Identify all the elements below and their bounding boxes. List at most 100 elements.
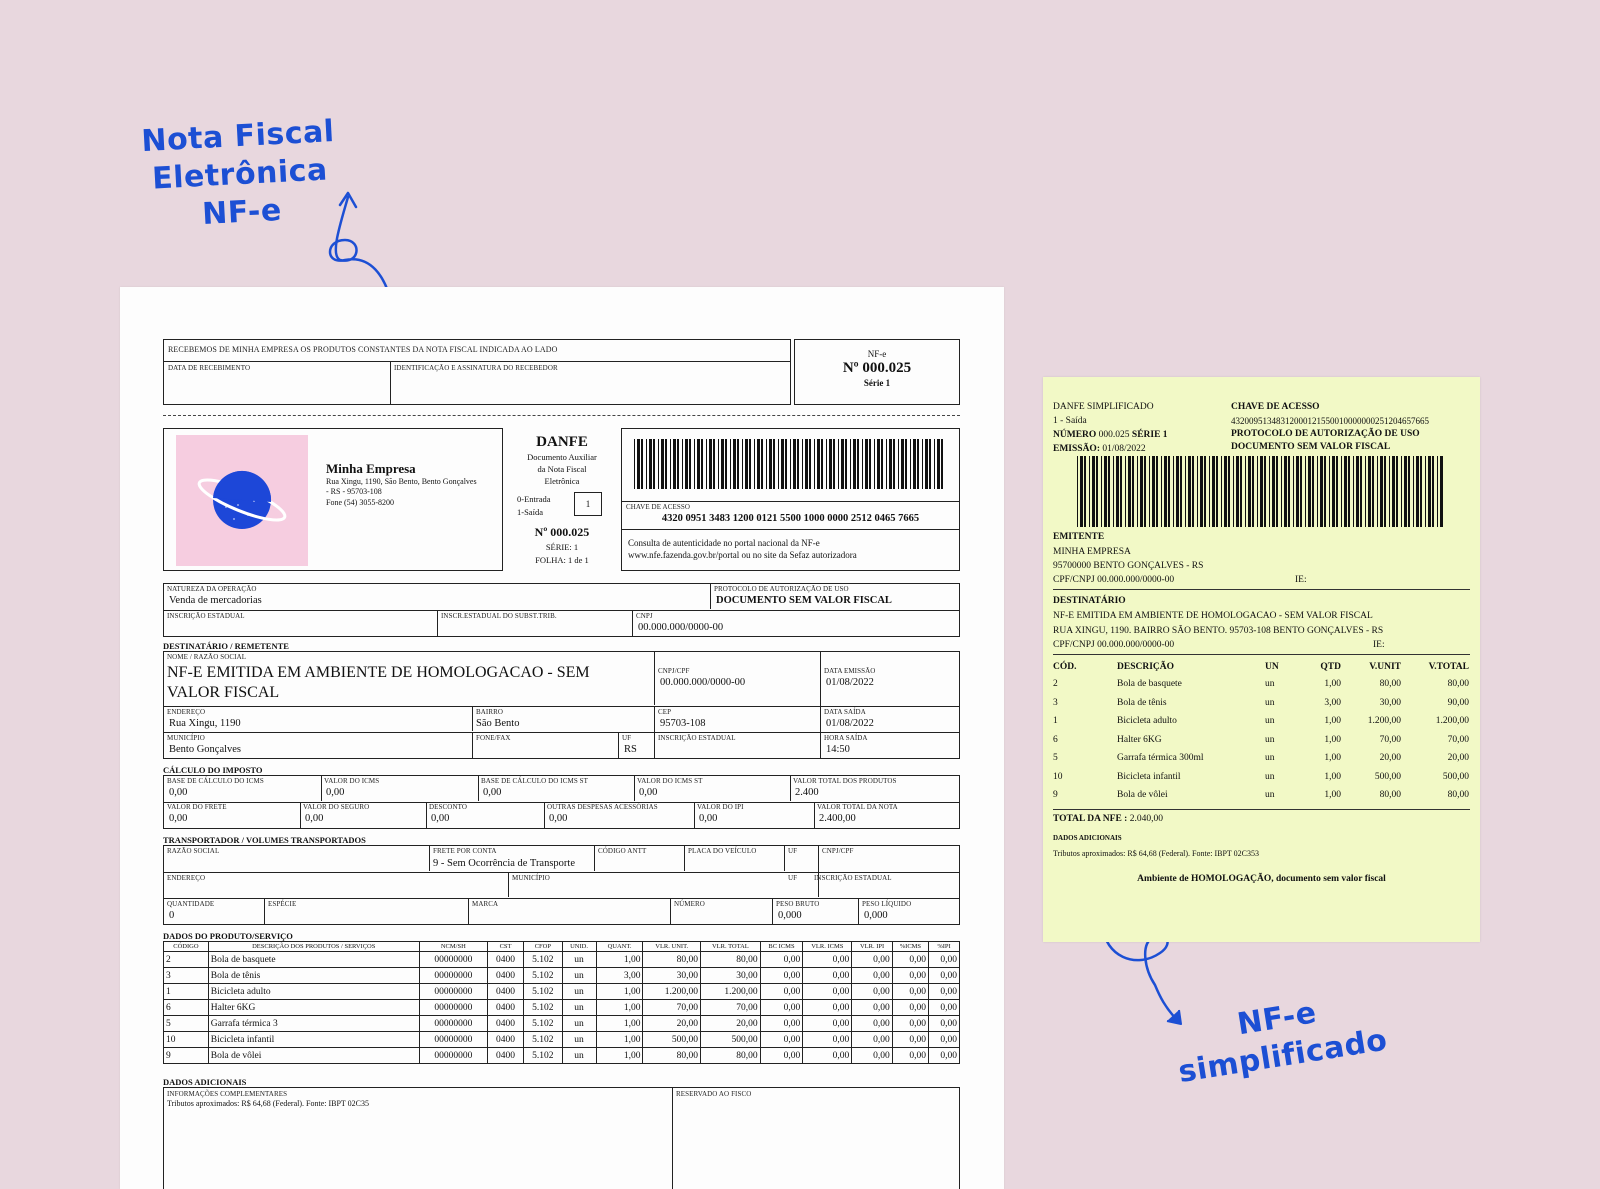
simp-total-valor: 2.040,00: [1129, 814, 1163, 824]
table-cell: 0400: [486, 1015, 525, 1032]
table-cell: 0,00: [851, 1031, 893, 1048]
simp-cell: un: [1265, 716, 1275, 727]
table-cell: 0,00: [759, 1047, 804, 1064]
divider: [1053, 589, 1470, 590]
table-cell: 00000000: [418, 1015, 488, 1032]
danfe-doc-line: Eletrônica: [544, 476, 580, 486]
table-cell: 1,00: [595, 999, 644, 1016]
table-cell: Bicicleta infantil: [207, 1031, 420, 1048]
frete-valor: 9 - Sem Ocorrência de Transporte: [433, 858, 576, 869]
table-cell: 0,00: [802, 951, 853, 968]
table-cell: 0,00: [891, 1015, 930, 1032]
simp-cell: Bola de basquete: [1117, 679, 1182, 690]
imposto-cell-label: VALOR DO ICMS: [324, 777, 380, 785]
simp-emissao: EMISSÃO: 01/08/2022: [1053, 444, 1146, 454]
cep-label: CEP: [658, 708, 672, 716]
transp-uf2-label: UF: [788, 874, 798, 882]
numero-label: NÚMERO: [674, 900, 705, 908]
list-item: 10 Bicicleta infantil un 1,00 500,00 500,00: [1051, 768, 1471, 787]
produtos-header: VLR. ICMS: [802, 941, 853, 952]
simp-cell: Bicicleta infantil: [1117, 771, 1181, 782]
danfe-doc-line: Documento Auxiliar: [527, 452, 597, 462]
endereco-label: ENDEREÇO: [167, 708, 206, 716]
simp-header: CÓD.: [1053, 662, 1077, 672]
imposto-section: CÁLCULO DO IMPOSTO: [163, 765, 263, 775]
table-cell: 0,00: [759, 1015, 804, 1032]
entrada-label: 0-Entrada: [517, 494, 551, 504]
table-cell: 5.102: [523, 999, 563, 1016]
table-cell: 0,00: [928, 1031, 960, 1048]
simp-cell: 70,00: [1447, 734, 1469, 745]
simp-cell: 30,00: [1379, 697, 1401, 708]
simp-cell: 1,00: [1324, 771, 1341, 782]
municipio-label: MUNICÍPIO: [167, 734, 205, 742]
canhoto-box: RECEBEMOS DE MINHA EMPRESA OS PRODUTOS C…: [163, 339, 791, 405]
table-cell: 1: [163, 983, 209, 1000]
destinatario-nome: NF-E EMITIDA EM AMBIENTE DE HOMOLOGACAO …: [167, 664, 590, 681]
table-cell: 1,00: [595, 1031, 644, 1048]
produtos-table: CÓDIGO DESCRIÇÃO DOS PRODUTOS / SERVIÇOS N…: [163, 941, 960, 1064]
table-row: 3 Bola de tênis 00000000 0400 5.102 un 3,00 30,…: [163, 967, 960, 984]
imposto-cell-label: VALOR DO ICMS ST: [637, 777, 703, 785]
imposto-cell-value: 0,00: [169, 787, 188, 798]
table-cell: 0,00: [891, 983, 930, 1000]
placa-label: PLACA DO VEÍCULO: [688, 847, 757, 855]
table-cell: 00000000: [418, 967, 488, 984]
table-row: 10 Bicicleta infantil 00000000 0400 5.102 un 1…: [163, 1031, 960, 1048]
natureza-label: NATUREZA DA OPERAÇÃO: [167, 585, 257, 593]
chave-box: CHAVE DE ACESSO 4320 0951 3483 1200 0121…: [621, 428, 960, 571]
simp-dest-nome: NF-E EMITIDA EM AMBIENTE DE HOMOLOGACAO …: [1053, 611, 1373, 621]
table-cell: 1,00: [595, 951, 644, 968]
produtos-header: VLR. TOTAL: [700, 941, 761, 952]
simp-total-label: TOTAL DA NFE :: [1053, 814, 1128, 824]
table-cell: Bola de vôlei: [207, 1047, 420, 1064]
imposto-cell-label: DESCONTO: [429, 803, 468, 811]
simp-numero-label: NÚMERO: [1053, 430, 1097, 440]
table-cell: 1.200,00: [642, 983, 701, 1000]
simp-cell: 2: [1053, 679, 1058, 690]
table-cell: 0,00: [851, 951, 893, 968]
company-logo: [176, 435, 308, 566]
table-cell: 00000000: [418, 1031, 488, 1048]
simp-cell: Garrafa térmica 300ml: [1117, 753, 1204, 764]
table-cell: 0,00: [928, 967, 960, 984]
chave-valor: 4320 0951 3483 1200 0121 5500 1000 0000 …: [661, 513, 920, 524]
simp-header: V.TOTAL: [1428, 662, 1469, 672]
table-cell: 0,00: [891, 999, 930, 1016]
cell-divider: [634, 776, 635, 801]
simp-emitente-cidade: 95700000 BENTO GONÇALVES - RS: [1053, 561, 1204, 571]
list-item: 2 Bola de basquete un 1,00 80,00 80,00: [1051, 675, 1471, 694]
simp-cell: un: [1265, 771, 1275, 782]
simp-cell: 80,00: [1447, 790, 1469, 801]
danfe-box: DANFE Documento Auxiliar da Nota Fiscal …: [507, 428, 617, 571]
imposto-cell-label: VALOR TOTAL DOS PRODUTOS: [793, 777, 897, 785]
simp-cell: 3: [1053, 697, 1058, 708]
simp-cell: un: [1265, 753, 1275, 764]
table-cell: 30,00: [700, 967, 761, 984]
identificacao-label: IDENTIFICAÇÃO E ASSINATURA DO RECEBEDOR: [394, 364, 558, 372]
table-cell: 5.102: [523, 983, 563, 1000]
chave-label: CHAVE DE ACESSO: [626, 503, 690, 511]
table-cell: 0,00: [928, 983, 960, 1000]
simp-cell: 1.200,00: [1367, 716, 1401, 727]
imposto-cell-value: 0,00: [326, 787, 345, 798]
protocolo-valor: DOCUMENTO SEM VALOR FISCAL: [716, 595, 892, 606]
table-row: 9 Bola de vôlei 00000000 0400 5.102 un 1,00 80,…: [163, 1047, 960, 1064]
cell-divider: [544, 802, 545, 828]
simp-cell: 80,00: [1379, 790, 1401, 801]
simp-adicionais-label: DADOS ADICIONAIS: [1053, 834, 1122, 842]
cell-divider: [426, 802, 427, 828]
consulta-text: Consulta de autenticidade no portal naci…: [628, 538, 820, 548]
natureza-valor: Venda de mercadorias: [169, 595, 262, 606]
emitente-box: Minha Empresa Rua Xingu, 1190, São Bento…: [163, 428, 503, 571]
cell-divider: [300, 802, 301, 828]
cep-valor: 95703-108: [660, 718, 706, 729]
cell-divider: [790, 776, 791, 801]
simp-emitente-label: EMITENTE: [1053, 532, 1105, 542]
peso-bruto-valor: 0,000: [778, 910, 802, 921]
simp-itens-table: CÓD. DESCRIÇÃO UN QTD V.UNIT V.TOTAL 2 Bola de…: [1051, 659, 1471, 805]
list-item: 6 Halter 6KG un 1,00 70,00 70,00: [1051, 731, 1471, 750]
produtos-header: CÓDIGO: [163, 941, 209, 952]
table-cell: 0,00: [759, 1031, 804, 1048]
simp-header: V.UNIT: [1369, 662, 1401, 672]
